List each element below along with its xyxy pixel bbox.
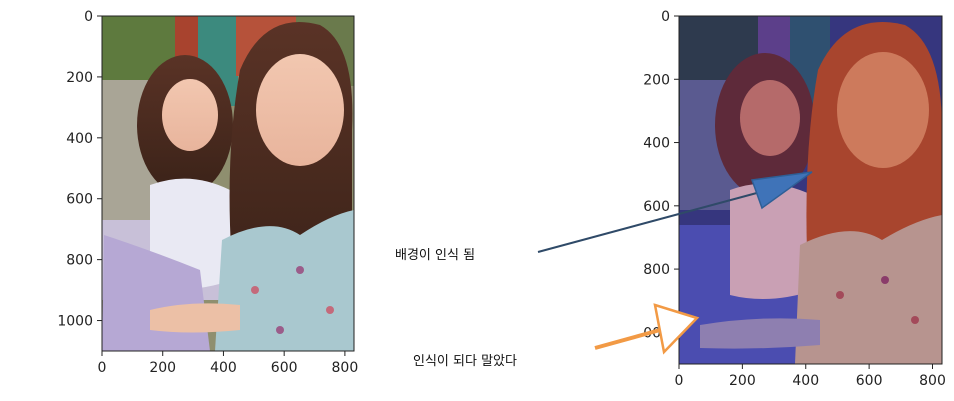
- right-x-tick-label: 200: [729, 373, 756, 389]
- left-x-tick-label: 400: [210, 360, 237, 376]
- right-y-tick-label: 0: [661, 9, 670, 25]
- figure-canvas: 0 200 400 600 80002004006008001000 0200 …: [57, 9, 946, 389]
- left-y-tick-label: 200: [66, 70, 93, 86]
- right-plot: 0 200 400 600 8000200400600800000: [643, 9, 946, 389]
- left-y-tick-label: 1000: [57, 314, 93, 330]
- left-photo: [102, 16, 354, 351]
- right-x-tick-label: 600: [856, 373, 883, 389]
- annotation-background-recognized: 배경이 인식 됨: [395, 248, 475, 263]
- left-y-tick-label: 400: [66, 131, 93, 147]
- left-y-tick-label: 600: [66, 192, 93, 208]
- left-plot: 0 200 400 600 800 0 200 400 600 800 1000: [57, 9, 358, 376]
- right-photo: [679, 16, 942, 364]
- right-y-tick-label: 600: [643, 199, 670, 215]
- right-y-tick-label: 200: [643, 72, 670, 88]
- annotation-partial-recognition: 인식이 되다 말았다: [413, 354, 517, 369]
- right-x-tick-label: 0: [675, 373, 684, 389]
- left-y-tick-label: 800: [66, 253, 93, 269]
- left-x-tick-label: 0: [98, 360, 107, 376]
- right-y-tick-label: 400: [643, 136, 670, 152]
- left-x-tick-label: 800: [332, 360, 359, 376]
- right-x-tick-label: 800: [919, 373, 946, 389]
- right-y-tick-label: 800: [643, 262, 670, 278]
- left-x-tick-label: 200: [149, 360, 176, 376]
- left-x-tick-label: 600: [271, 360, 298, 376]
- left-y-tick-label: 0: [84, 9, 93, 25]
- right-x-tick-label: 400: [792, 373, 819, 389]
